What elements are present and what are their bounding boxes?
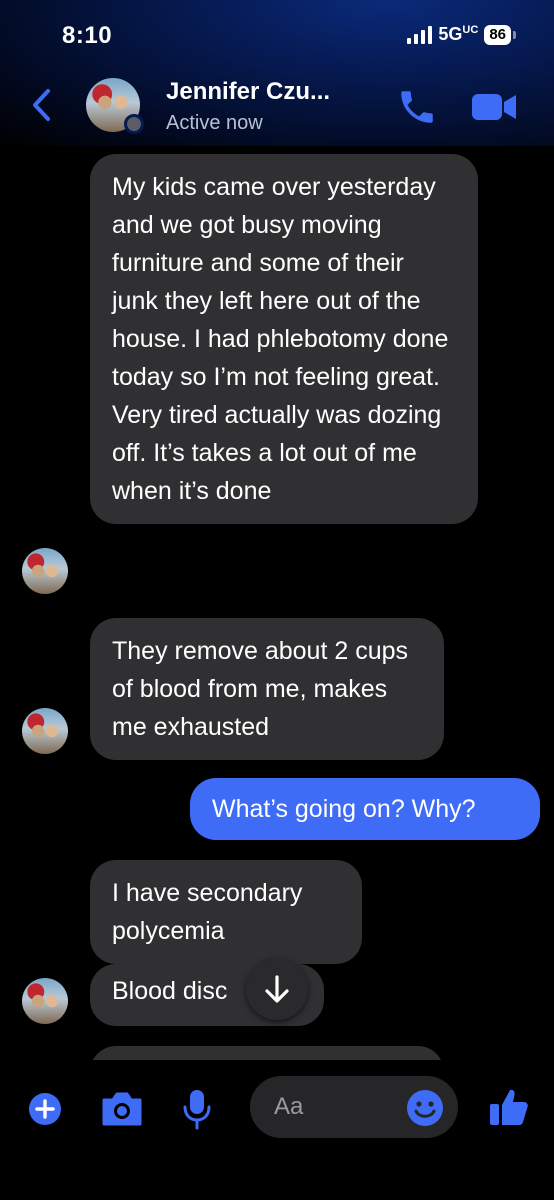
emoji-icon[interactable] — [406, 1089, 444, 1134]
sender-avatar — [22, 708, 68, 754]
sender-avatar — [22, 978, 68, 1024]
contact-name[interactable]: Jennifer Czu... — [166, 78, 330, 106]
phone-icon[interactable] — [396, 86, 438, 133]
plus-icon[interactable] — [28, 1092, 62, 1131]
message-list[interactable]: My kids came over yesterday and we got b… — [0, 146, 554, 1060]
video-camera-icon[interactable] — [470, 90, 518, 129]
chat-header: 8:10 5GUC 86 Jennifer Czu... Active now — [0, 0, 554, 146]
microphone-icon[interactable] — [182, 1088, 212, 1135]
active-status: Active now — [166, 112, 263, 134]
status-indicators: 5GUC 86 — [407, 24, 516, 45]
battery-level: 86 — [484, 24, 511, 45]
message-input[interactable]: Aa — [250, 1076, 458, 1138]
presence-indicator — [124, 114, 144, 134]
message-bubble-incoming[interactable]: I have secondary polycemia — [90, 860, 362, 964]
signal-icon — [407, 25, 433, 44]
arrow-down-icon — [265, 975, 289, 1003]
thumbs-up-icon[interactable] — [488, 1086, 530, 1133]
message-bubble-incoming[interactable]: My kids came over yesterday and we got b… — [90, 154, 478, 524]
back-chevron-icon[interactable] — [30, 88, 54, 127]
scroll-to-bottom-button[interactable] — [246, 958, 308, 1020]
camera-icon[interactable] — [100, 1090, 144, 1133]
message-placeholder: Aa — [274, 1093, 304, 1120]
network-label: 5GUC — [438, 24, 479, 44]
message-bubble-outgoing[interactable]: What’s going on? Why? — [190, 778, 540, 840]
sender-avatar — [22, 548, 68, 594]
battery-icon — [513, 30, 516, 39]
message-bubble-incoming[interactable]: They remove about 2 cups of blood from m… — [90, 618, 444, 760]
status-time: 8:10 — [62, 22, 113, 49]
contact-avatar[interactable] — [86, 78, 144, 134]
composer-bar: Aa — [0, 1060, 554, 1200]
message-bubble-partial — [90, 1046, 444, 1060]
